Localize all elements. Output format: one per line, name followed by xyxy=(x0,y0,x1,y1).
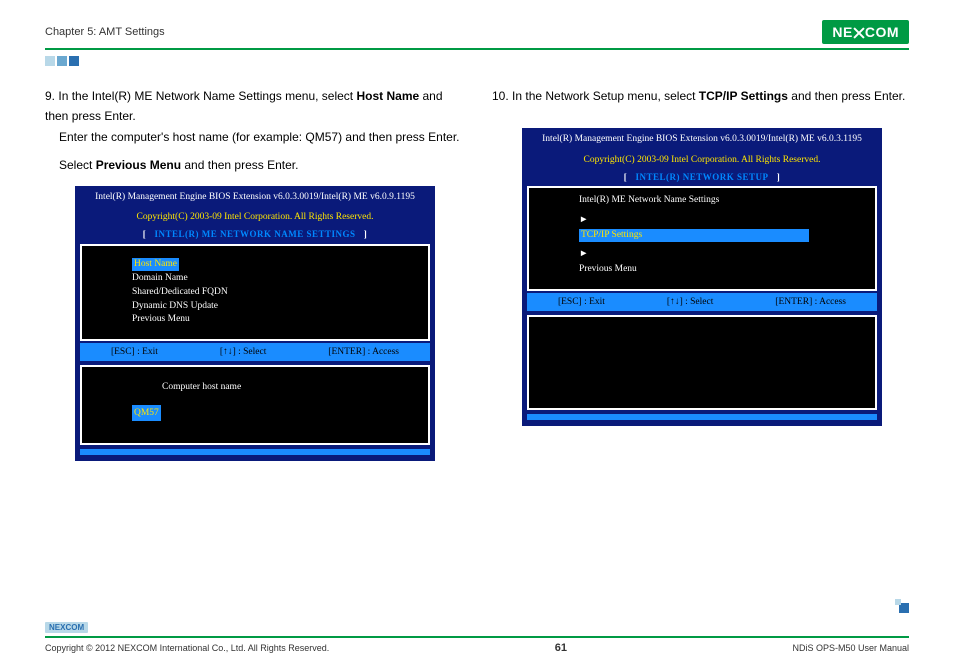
step-9: 9. In the Intel(R) ME Network Name Setti… xyxy=(45,86,462,127)
footer-divider xyxy=(45,636,909,638)
arrow-icon: ► xyxy=(579,249,588,259)
bios-copyright-r: Copyright(C) 2003-09 Intel Corporation. … xyxy=(584,155,821,165)
logo-x-icon xyxy=(853,27,865,39)
bios-menu-title-r: [ INTEL(R) NETWORK SETUP ] xyxy=(525,170,879,185)
bios-bottom-bar-r xyxy=(527,414,877,420)
menu-dns[interactable]: Dynamic DNS Update xyxy=(132,300,422,314)
step-9-line3: Select Previous Menu and then press Ente… xyxy=(59,155,462,175)
arrow-icon: ► xyxy=(579,215,588,225)
bios-menu-box-r: Intel(R) ME Network Name Settings ► TCP/I… xyxy=(527,186,877,290)
bios-screen-left: Intel(R) Management Engine BIOS Extensio… xyxy=(75,186,435,462)
right-column: 10. In the Network Setup menu, select TC… xyxy=(492,86,909,461)
menu-net-name[interactable]: Intel(R) ME Network Name Settings xyxy=(579,194,809,208)
chapter-title: Chapter 5: AMT Settings xyxy=(45,26,165,38)
bios-menu-box: Host Name Domain Name Shared/Dedicated F… xyxy=(80,244,430,341)
menu-previous[interactable]: Previous Menu xyxy=(132,313,422,327)
bios-key-hints: [ESC] : Exit [↑↓] : Select [ENTER] : Acc… xyxy=(80,343,430,361)
left-column: 9. In the Intel(R) ME Network Name Setti… xyxy=(45,86,462,461)
footer-icon xyxy=(899,603,909,613)
bios-screen-right: Intel(R) Management Engine BIOS Extensio… xyxy=(522,128,882,425)
page-footer: NEXCOM Copyright © 2012 NEXCOM Internati… xyxy=(45,617,909,654)
bios-key-hints-r: [ESC] : Exit [↑↓] : Select [ENTER] : Acc… xyxy=(527,293,877,311)
bios-version: Intel(R) Management Engine BIOS Extensio… xyxy=(78,189,432,205)
decorative-squares xyxy=(45,56,909,66)
bios-lower-empty xyxy=(527,315,877,410)
header-divider xyxy=(45,48,909,50)
menu-fqdn[interactable]: Shared/Dedicated FQDN xyxy=(132,286,422,300)
bios-input-box: Computer host name QM57 xyxy=(80,365,430,445)
page-header: Chapter 5: AMT Settings NECOM xyxy=(45,20,909,44)
menu-tcpip[interactable]: TCP/IP Settings xyxy=(579,229,809,243)
menu-domain-name[interactable]: Domain Name xyxy=(132,272,422,286)
footer-logo: NEXCOM xyxy=(45,622,88,633)
page-number: 61 xyxy=(555,642,567,654)
bios-copyright: Copyright(C) 2003-09 Intel Corporation. … xyxy=(137,212,374,222)
bios-menu-title: [ INTEL(R) ME NETWORK NAME SETTINGS ] xyxy=(78,227,432,242)
step-10: 10. In the Network Setup menu, select TC… xyxy=(492,86,909,106)
hostname-input[interactable]: QM57 xyxy=(132,405,161,421)
menu-previous-r[interactable]: Previous Menu xyxy=(579,263,869,277)
footer-copyright: Copyright © 2012 NEXCOM International Co… xyxy=(45,643,329,653)
nexcom-logo: NECOM xyxy=(822,20,909,44)
input-label: Computer host name xyxy=(162,379,422,395)
bios-bottom-bar xyxy=(80,449,430,455)
menu-host-name[interactable]: Host Name xyxy=(132,258,179,272)
footer-manual: NDiS OPS-M50 User Manual xyxy=(792,643,909,653)
bios-version-r: Intel(R) Management Engine BIOS Extensio… xyxy=(525,131,879,147)
step-9-line2: Enter the computer's host name (for exam… xyxy=(59,127,462,147)
